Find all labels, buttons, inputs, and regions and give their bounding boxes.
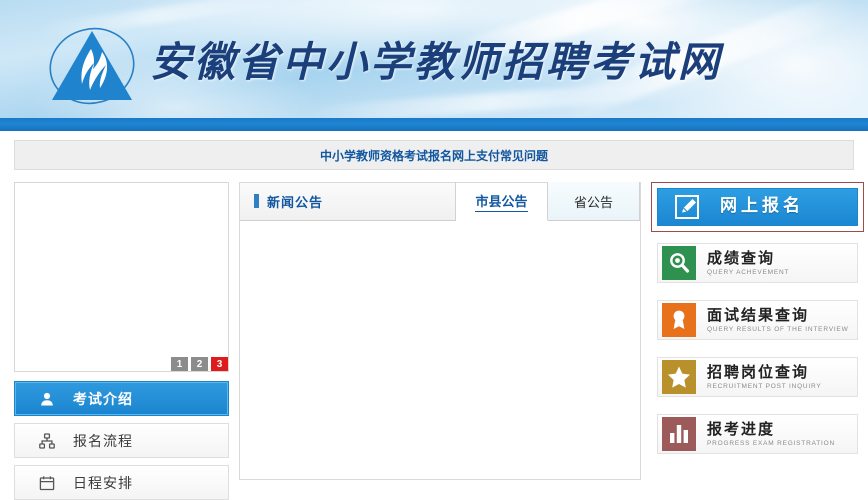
site-title: 安徽省中小学教师招聘考试网 — [150, 38, 722, 86]
left-column: 1 2 3 考试介绍 报名流程 日程安排 — [14, 182, 229, 500]
user-icon — [39, 391, 55, 407]
query-achievement-wrapper: 成绩查询 QUERY ACHEVEMENT — [651, 237, 864, 289]
side-button-label: 网上报名 — [720, 196, 804, 217]
news-panel-heading: 新闻公告 — [240, 182, 456, 220]
side-button-texts: 报考进度 PROGRESS EXAM REGISTRATION — [707, 420, 835, 447]
center-column: 新闻公告 市县公告 省公告 — [239, 182, 641, 500]
slider-page-2[interactable]: 2 — [191, 357, 208, 371]
interview-results-wrapper: 面试结果查询 QUERY RESULTS OF THE INTERVIEW — [651, 294, 864, 346]
side-button-texts: 面试结果查询 QUERY RESULTS OF THE INTERVIEW — [707, 306, 849, 333]
news-list-area — [240, 221, 640, 479]
sidebar-item-registration-process[interactable]: 报名流程 — [14, 423, 229, 458]
header-blue-divider — [0, 118, 868, 131]
side-button-sublabel: PROGRESS EXAM REGISTRATION — [707, 439, 835, 447]
online-registration-button[interactable]: 网上报名 — [657, 188, 858, 226]
side-button-label: 报考进度 — [707, 420, 776, 439]
notice-bar: 中小学教师资格考试报名网上支付常见问题 — [14, 140, 854, 170]
sidebar-item-exam-intro[interactable]: 考试介绍 — [14, 381, 229, 416]
side-button-texts: 成绩查询 QUERY ACHEVEMENT — [707, 249, 790, 276]
triangle-flame-logo-icon — [49, 27, 135, 105]
progress-registration-wrapper: 报考进度 PROGRESS EXAM REGISTRATION — [651, 408, 864, 460]
calendar-icon — [39, 475, 55, 491]
side-button-sublabel: RECRUITMENT POST INQUIRY — [707, 382, 822, 390]
bar-chart-icon — [662, 417, 696, 451]
sitemap-icon — [39, 432, 55, 449]
side-button-sublabel: QUERY ACHEVEMENT — [707, 268, 790, 276]
site-banner: 安徽省中小学教师招聘考试网 — [0, 0, 868, 118]
side-button-label: 招聘岗位查询 — [707, 363, 810, 382]
notice-text[interactable]: 中小学教师资格考试报名网上支付常见问题 — [320, 147, 548, 164]
side-button-label: 面试结果查询 — [707, 306, 810, 325]
news-tabs: 新闻公告 市县公告 省公告 — [240, 182, 640, 221]
tab-label: 省公告 — [573, 195, 613, 211]
side-button-texts: 招聘岗位查询 RECRUITMENT POST INQUIRY — [707, 363, 822, 390]
slider-page-3[interactable]: 3 — [211, 357, 228, 371]
side-button-label: 成绩查询 — [707, 249, 776, 268]
recruitment-post-button[interactable]: 招聘岗位查询 RECRUITMENT POST INQUIRY — [657, 357, 858, 397]
progress-registration-button[interactable]: 报考进度 PROGRESS EXAM REGISTRATION — [657, 414, 858, 454]
query-achievement-button[interactable]: 成绩查询 QUERY ACHEVEMENT — [657, 243, 858, 283]
tab-province-announcements[interactable]: 省公告 — [548, 182, 640, 220]
sidebar-item-schedule[interactable]: 日程安排 — [14, 465, 229, 500]
online-registration-wrapper: 网上报名 — [651, 182, 864, 232]
site-logo[interactable] — [44, 24, 140, 108]
page-root: 安徽省中小学教师招聘考试网 中小学教师资格考试报名网上支付常见问题 1 2 3 — [0, 0, 868, 500]
tab-label: 市县公告 — [475, 191, 528, 212]
slider-page-1[interactable]: 1 — [171, 357, 188, 371]
news-heading-label: 新闻公告 — [267, 195, 324, 211]
sidebar-item-label: 日程安排 — [73, 475, 133, 492]
side-button-sublabel: QUERY RESULTS OF THE INTERVIEW — [707, 325, 849, 333]
slider-pagination: 1 2 3 — [171, 357, 228, 371]
edit-pencil-icon — [670, 190, 704, 224]
medal-icon — [662, 303, 696, 337]
recruitment-post-wrapper: 招聘岗位查询 RECRUITMENT POST INQUIRY — [651, 351, 864, 403]
magnifier-icon — [662, 246, 696, 280]
main-content: 1 2 3 考试介绍 报名流程 日程安排 新闻公告 市县公告 省公告 网上报名 … — [14, 182, 864, 500]
heading-marker-icon — [254, 194, 259, 208]
right-column: 网上报名 成绩查询 QUERY ACHEVEMENT 面试结果查询 QUERY … — [651, 182, 864, 500]
star-icon — [662, 360, 696, 394]
news-panel: 新闻公告 市县公告 省公告 — [239, 182, 641, 480]
tab-city-county-announcements[interactable]: 市县公告 — [456, 183, 548, 221]
side-button-texts: 网上报名 — [720, 197, 804, 217]
sidebar-item-label: 报名流程 — [73, 433, 133, 450]
left-nav-menu: 考试介绍 报名流程 日程安排 — [14, 381, 229, 500]
sidebar-item-label: 考试介绍 — [73, 391, 133, 408]
banner-slider[interactable]: 1 2 3 — [14, 182, 229, 372]
interview-results-button[interactable]: 面试结果查询 QUERY RESULTS OF THE INTERVIEW — [657, 300, 858, 340]
